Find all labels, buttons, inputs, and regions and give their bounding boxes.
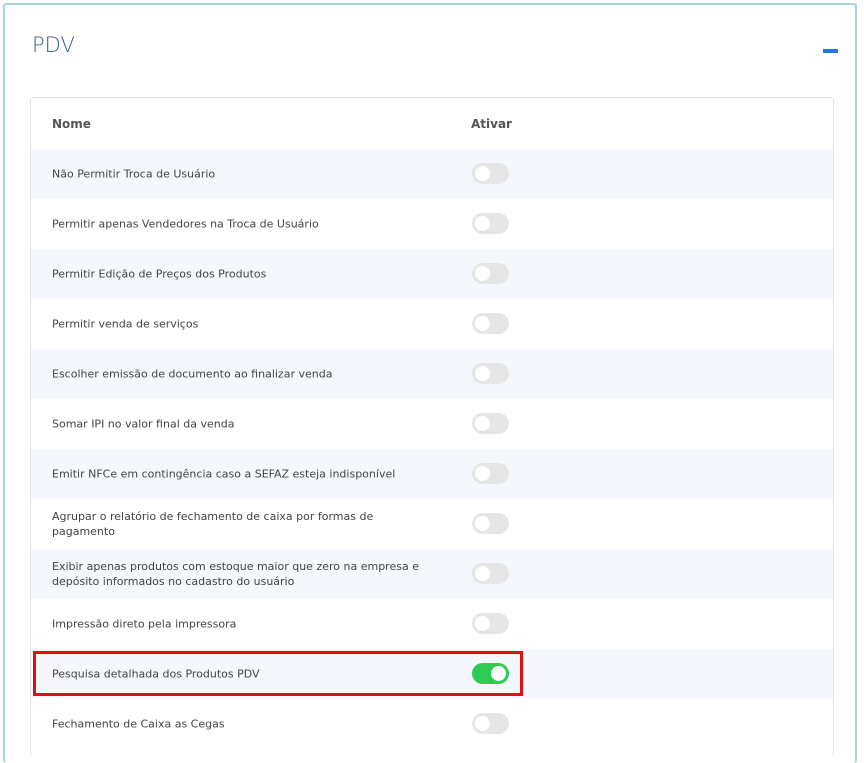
setting-label: Permitir venda de serviços: [52, 317, 199, 331]
table-row: Agrupar o relatório de fechamento de cai…: [31, 499, 833, 549]
activate-toggle[interactable]: [472, 163, 509, 184]
setting-label: Exibir apenas produtos com estoque maior…: [52, 560, 419, 588]
table-row: Impressão direto pela impressora: [31, 599, 833, 649]
activate-toggle[interactable]: [472, 363, 509, 384]
activate-toggle[interactable]: [472, 313, 509, 334]
table-row: Permitir venda de serviços: [31, 299, 833, 349]
table-row: Emitir NFCe em contingência caso a SEFAZ…: [31, 449, 833, 499]
table-row: Escolher emissão de documento ao finaliz…: [31, 349, 833, 399]
setting-label: Agrupar o relatório de fechamento de cai…: [52, 510, 374, 538]
setting-label: Fechamento de Caixa as Cegas: [52, 717, 225, 731]
setting-label: Permitir apenas Vendedores na Troca de U…: [52, 217, 319, 231]
settings-table: Nome Ativar Não Permitir Troca de Usuári…: [30, 97, 834, 757]
activate-toggle[interactable]: [472, 463, 509, 484]
setting-label: Impressão direto pela impressora: [52, 617, 237, 631]
panel-title: PDV: [32, 33, 75, 57]
table-header: Nome Ativar: [31, 98, 833, 149]
activate-toggle[interactable]: [472, 413, 509, 434]
activate-toggle[interactable]: [472, 263, 509, 284]
collapse-minus-icon[interactable]: [823, 49, 838, 53]
activate-toggle[interactable]: [472, 563, 509, 584]
activate-toggle[interactable]: [472, 663, 509, 684]
table-row: Exibir apenas produtos com estoque maior…: [31, 549, 833, 599]
table-row: Permitir Edição de Preços dos Produtos: [31, 249, 833, 299]
setting-label: Escolher emissão de documento ao finaliz…: [52, 367, 333, 381]
column-header-name: Nome: [52, 117, 91, 131]
table-row: Não Permitir Troca de Usuário: [31, 149, 833, 199]
setting-label: Somar IPI no valor final da venda: [52, 417, 235, 431]
table-row: Permitir apenas Vendedores na Troca de U…: [31, 199, 833, 249]
activate-toggle[interactable]: [472, 613, 509, 634]
activate-toggle[interactable]: [472, 513, 509, 534]
activate-toggle[interactable]: [472, 713, 509, 734]
setting-label: Emitir NFCe em contingência caso a SEFAZ…: [52, 467, 396, 481]
activate-toggle[interactable]: [472, 213, 509, 234]
table-row: Somar IPI no valor final da venda: [31, 399, 833, 449]
setting-label: Não Permitir Troca de Usuário: [52, 167, 216, 181]
table-row: Fechamento de Caixa as Cegas: [31, 699, 833, 749]
column-header-activate: Ativar: [471, 117, 512, 131]
setting-label: Permitir Edição de Preços dos Produtos: [52, 267, 267, 281]
setting-label: Pesquisa detalhada dos Produtos PDV: [52, 667, 260, 681]
table-row: Pesquisa detalhada dos Produtos PDV: [31, 649, 833, 699]
